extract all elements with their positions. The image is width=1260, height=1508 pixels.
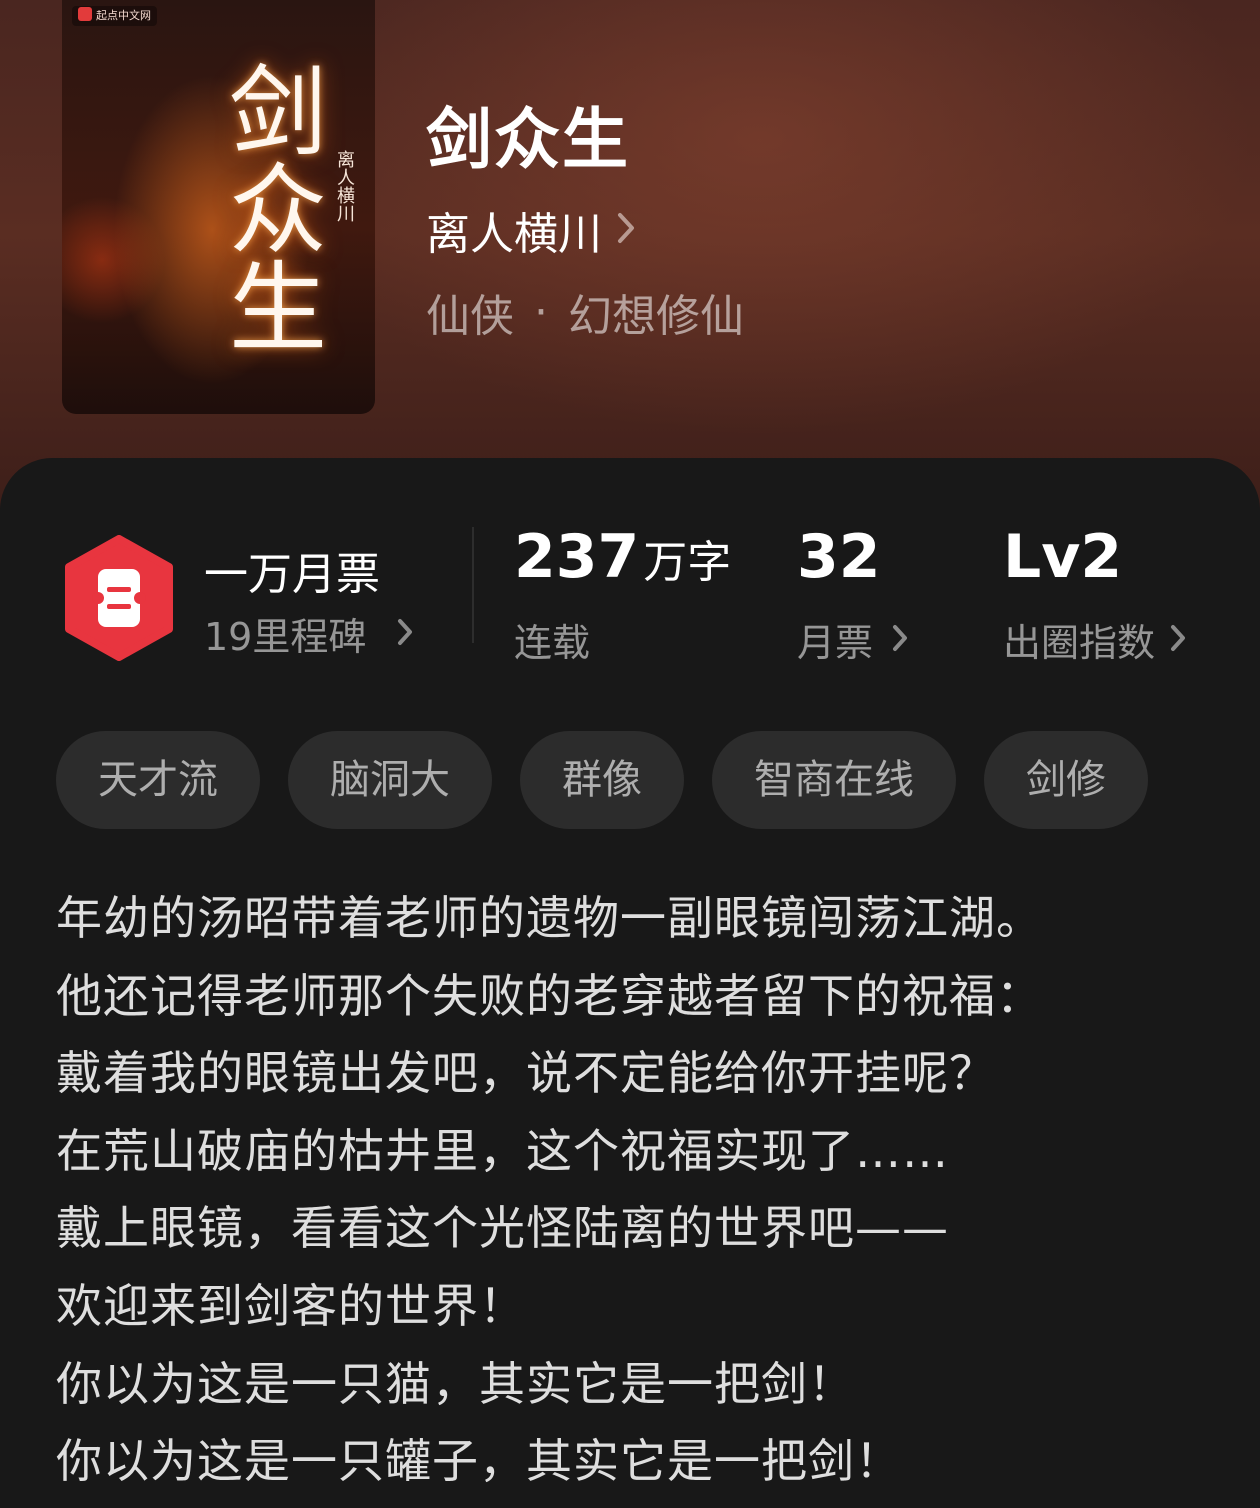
book-cover[interactable]: 起点中文网 剑众生 离人横川 [62, 0, 375, 414]
word-count-unit: 万字 [643, 537, 732, 588]
intro-line: 年幼的汤昭带着老师的遗物一副眼镜闯荡江湖。 [56, 891, 1043, 945]
monthly-votes-value: 32 [797, 522, 881, 592]
intro-line: 戴着我的眼镜出发吧，说不定能给你开挂呢？ [56, 1046, 996, 1101]
intro-line: 在荒山破庙的枯井里，这个祝福实现了…… [56, 1123, 949, 1178]
intro-line: 戴上眼镜，看看这个光怪陆离的世界吧—— [56, 1201, 949, 1256]
author-link[interactable]: 离人横川 [426, 198, 636, 262]
monthly-ticket-badge-label: 一万月票 [204, 549, 380, 600]
genre[interactable]: 仙侠 [426, 280, 514, 344]
chevron-right-icon [396, 612, 414, 656]
breakout-index-label: 出圈指数 [1003, 621, 1156, 665]
chevron-right-icon [616, 205, 636, 256]
book-intro[interactable]: 年幼的汤昭带着老师的遗物一副眼镜闯荡江湖。 他还记得老师那个失败的老穿越者留下的… [56, 880, 1216, 1501]
tag-chip[interactable]: 天才流 [56, 731, 260, 829]
cover-author-art: 离人横川 [334, 150, 355, 222]
chevron-right-icon [1169, 618, 1187, 662]
intro-line: 欢迎来到剑客的世界！ [56, 1278, 526, 1333]
word-count: 237万字 [514, 522, 731, 592]
publisher-logo: 起点中文网 [72, 6, 157, 26]
tag-chip[interactable]: 脑洞大 [288, 731, 492, 829]
serial-status: 连载 [514, 621, 591, 665]
tag-chip[interactable]: 智商在线 [712, 731, 956, 829]
word-count-value: 237 [514, 522, 640, 592]
milestones-link[interactable]: 19里程碑 [204, 606, 414, 661]
ticket-badge-icon[interactable] [62, 535, 176, 661]
genre-row: 仙侠 · 幻想修仙 [426, 280, 744, 344]
book-title: 剑众生 [426, 101, 630, 178]
author-name: 离人横川 [426, 209, 602, 260]
intro-line: 你以为这是一只罐子，其实它是一把剑！ [56, 1434, 902, 1489]
chevron-right-icon [891, 618, 909, 662]
breakout-index-link[interactable]: 出圈指数 [1003, 612, 1187, 667]
monthly-votes-label: 月票 [797, 621, 874, 665]
genre-separator: · [534, 286, 548, 338]
tag-list: 天才流 脑洞大 群像 智商在线 剑修 [56, 731, 1148, 829]
tag-chip[interactable]: 群像 [520, 731, 684, 829]
tag-chip[interactable]: 剑修 [984, 731, 1148, 829]
subgenre[interactable]: 幻想修仙 [568, 280, 744, 344]
monthly-votes-link[interactable]: 月票 [797, 612, 909, 667]
cover-title-art: 剑众生 [212, 60, 326, 354]
intro-line: 你以为这是一只猫，其实它是一把剑！ [56, 1356, 855, 1411]
stats-divider [472, 527, 474, 643]
milestones-label: 19里程碑 [204, 615, 367, 659]
breakout-index-value: Lv2 [1003, 522, 1123, 592]
intro-line: 他还记得老师那个失败的老穿越者留下的祝福： [56, 968, 1043, 1023]
